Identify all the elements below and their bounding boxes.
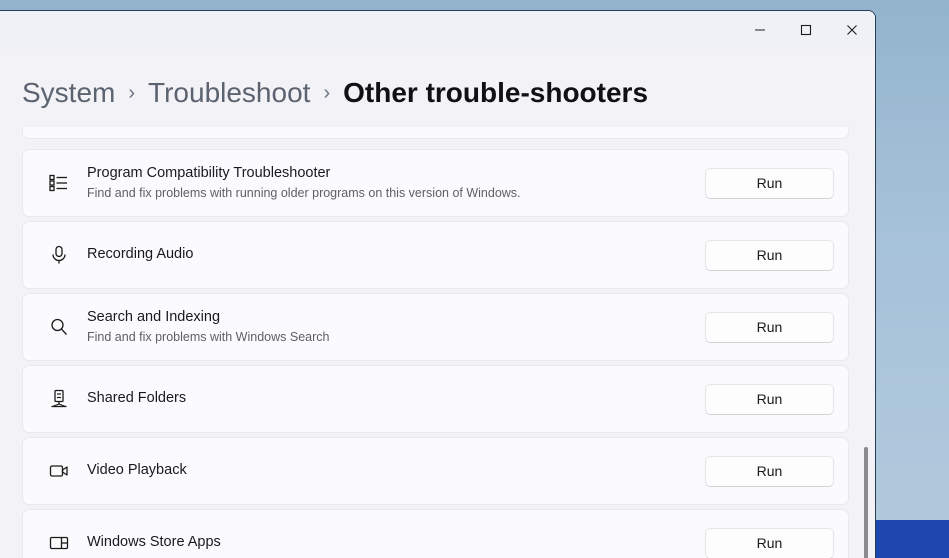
list-item-text: Shared Folders xyxy=(77,389,705,409)
breadcrumb-separator-2: › xyxy=(323,82,331,104)
maximize-button[interactable] xyxy=(783,11,829,49)
run-button[interactable]: Run xyxy=(705,383,834,415)
page-title: Other trouble-shooters xyxy=(343,77,649,108)
maximize-icon xyxy=(800,24,812,36)
list-item-partial-top[interactable] xyxy=(22,127,849,139)
minimize-icon xyxy=(754,24,766,36)
run-button[interactable]: Run xyxy=(705,311,834,343)
run-button[interactable]: Run xyxy=(705,455,834,487)
list-item[interactable]: Search and Indexing Find and fix problem… xyxy=(22,293,849,361)
breadcrumb-item-system[interactable]: System xyxy=(22,79,115,107)
breadcrumb-separator-1: › xyxy=(128,82,136,104)
list-item[interactable]: Program Compatibility Troubleshooter Fin… xyxy=(22,149,849,217)
list-icon xyxy=(41,172,77,194)
scrollbar[interactable] xyxy=(859,127,873,558)
list-item[interactable]: Recording Audio Run xyxy=(22,221,849,289)
list-item[interactable]: Windows Store Apps Run xyxy=(22,509,849,558)
window-controls xyxy=(737,11,875,49)
window-titlebar[interactable] xyxy=(0,11,875,49)
troubleshooter-list: Program Compatibility Troubleshooter Fin… xyxy=(0,127,875,558)
list-item-subtitle: Find and fix problems with running older… xyxy=(87,185,521,200)
list-item-text: Windows Store Apps xyxy=(77,533,705,553)
list-item[interactable]: Shared Folders Run xyxy=(22,365,849,433)
list-item-title: Recording Audio xyxy=(87,246,194,263)
scrollbar-thumb[interactable] xyxy=(864,447,868,558)
list-item-title: Shared Folders xyxy=(87,390,187,407)
list-item[interactable]: Video Playback Run xyxy=(22,437,849,505)
list-item-title: Program Compatibility Troubleshooter xyxy=(87,164,331,181)
close-button[interactable] xyxy=(829,11,875,49)
list-item-subtitle: Find and fix problems with Windows Searc… xyxy=(87,329,330,344)
video-camera-icon xyxy=(41,460,77,482)
desktop-background: System › Troubleshoot › Other trouble-sh… xyxy=(0,0,949,558)
list-item-text: Program Compatibility Troubleshooter Fin… xyxy=(77,164,705,202)
settings-window: System › Troubleshoot › Other trouble-sh… xyxy=(0,10,876,558)
breadcrumb: System › Troubleshoot › Other trouble-sh… xyxy=(22,79,648,107)
run-button[interactable]: Run xyxy=(705,239,834,271)
search-icon xyxy=(41,316,77,338)
run-button[interactable]: Run xyxy=(705,167,834,199)
breadcrumb-item-troubleshoot[interactable]: Troubleshoot xyxy=(148,79,310,107)
shared-folder-icon xyxy=(41,388,77,410)
list-item-title: Windows Store Apps xyxy=(87,534,221,551)
list-item-title: Video Playback xyxy=(87,462,187,479)
close-icon xyxy=(846,24,858,36)
window-panel-icon xyxy=(41,532,77,554)
list-item-text: Search and Indexing Find and fix problem… xyxy=(77,308,705,346)
list-item-title: Search and Indexing xyxy=(87,308,221,325)
list-item-text: Recording Audio xyxy=(77,245,705,265)
list-item-text: Video Playback xyxy=(77,461,705,481)
run-button[interactable]: Run xyxy=(705,527,834,558)
microphone-icon xyxy=(41,244,77,266)
minimize-button[interactable] xyxy=(737,11,783,49)
